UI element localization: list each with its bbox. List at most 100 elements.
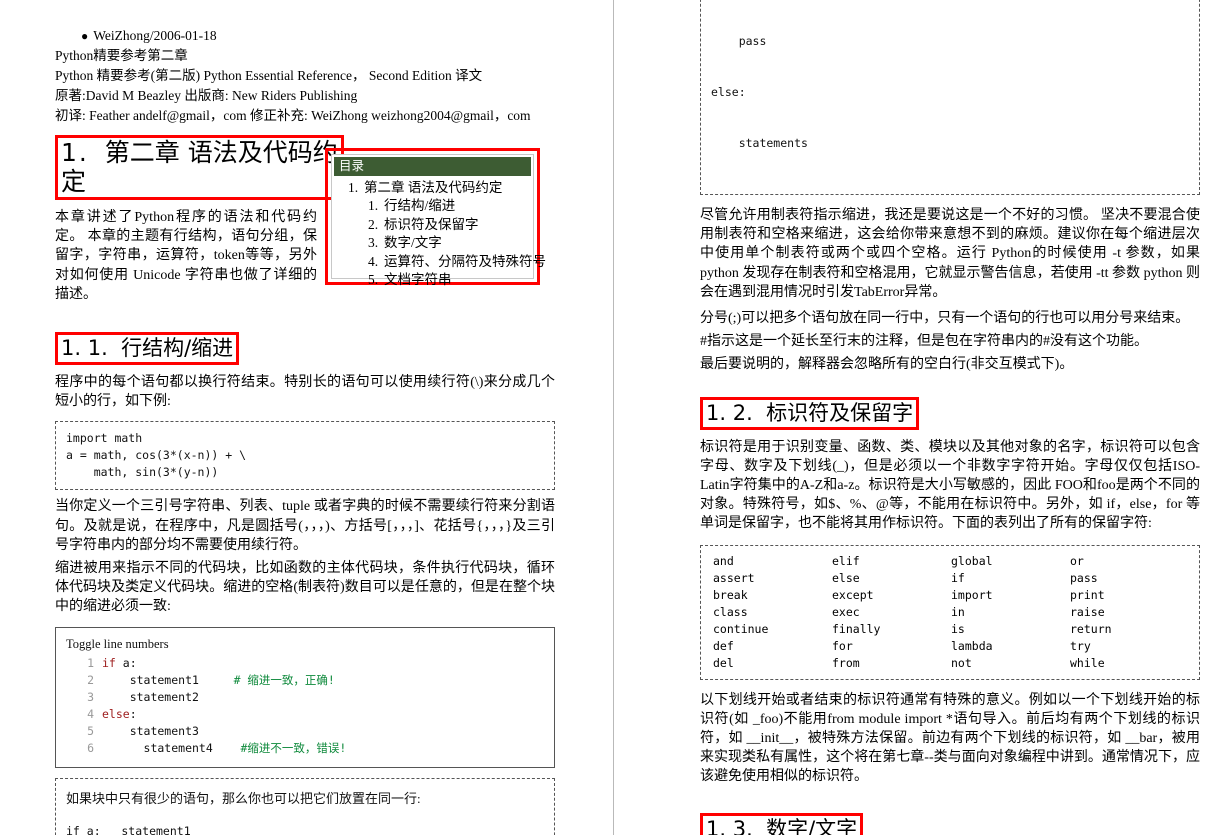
page-divider (613, 0, 614, 835)
keyword-cell: lambda (951, 638, 993, 653)
keyword-cell: elif (832, 553, 860, 568)
section-12-number: 1. 2. (706, 400, 753, 425)
code-block-pass-else: pass else: statements (700, 0, 1200, 195)
code-text: statement4 (102, 740, 241, 755)
table-row: class exec in raise (713, 604, 1189, 621)
chapter-intro-paragraph: 本章讲述了Python程序的语法和代码约定。 本章的主题有行结构，语句分组，保留… (55, 210, 317, 302)
keyword-cell: for (832, 638, 853, 653)
keyword-cell: pass (1070, 570, 1098, 585)
keyword-cell: else (832, 570, 860, 585)
code-line: 1 if a: (66, 655, 546, 672)
keyword-cell: class (713, 604, 748, 619)
toc-item-1[interactable]: 1. 行结构/缩进 (368, 197, 531, 216)
keyword-cell: global (951, 553, 993, 568)
meta-line-2: Python精要参考第二章 (55, 48, 188, 63)
keyword-cell: and (713, 553, 734, 568)
code-if-line: if a: statement1 (66, 823, 191, 835)
section-11-paragraph-6: #指示这是一个延长至行末的注释，但是包在字符串内的#没有这个功能。 (700, 334, 1148, 350)
keyword-cell: is (951, 621, 965, 636)
code-else-line: else: (711, 85, 746, 99)
table-row: continue finally is return (713, 621, 1189, 638)
code-comment: # 缩进一致，正确! (233, 672, 335, 687)
reserved-keywords-table: and elif global or assert else if pass b… (700, 544, 1200, 680)
toc-item-5[interactable]: 5. 文档字符串 (368, 271, 531, 290)
code-line: 6 statement4 #缩进不一致，错误! (66, 740, 546, 757)
code-pass-line: pass (711, 34, 767, 48)
section-13-heading: 1. 3. 数字/文字 (706, 816, 857, 835)
keyword-cell: try (1070, 638, 1091, 653)
section-11-title: 行结构/缩进 (121, 336, 234, 361)
keyword-cell: import (951, 587, 993, 602)
table-row: def for lambda try (713, 638, 1189, 655)
section-12-highlight-box: 1. 2. 标识符及保留字 (700, 396, 920, 430)
meta-line-3: Python 精要参考(第二版) Python Essential Refere… (55, 68, 483, 83)
code-line: 5 statement3 (66, 723, 546, 740)
toc-item-number: 4. (368, 253, 379, 269)
toc-item-number: 1. (368, 198, 379, 213)
code-line: 2 statement1 # 缩进一致，正确! (66, 672, 546, 689)
section-11-heading: 1. 1. 行结构/缩进 (61, 335, 233, 361)
toggle-line-numbers-link[interactable]: Toggle line numbers (66, 636, 546, 652)
section-11-paragraph-7: 最后要说明的，解释器会忽略所有的空白行(非交互模式下)。 (700, 357, 1074, 373)
code-text: a: (115, 655, 137, 670)
line-number: 1 (87, 655, 94, 670)
section-11-highlight-box: 1. 1. 行结构/缩进 (55, 332, 240, 366)
keyword-cell: not (951, 655, 972, 670)
keyword-cell: while (1070, 655, 1105, 670)
line-number: 5 (87, 723, 94, 738)
keyword-cell: or (1070, 553, 1084, 568)
keyword-cell: return (1070, 621, 1112, 636)
line-number: 4 (87, 706, 94, 721)
code-text: statement3 (102, 723, 199, 738)
table-row: del from not while (713, 655, 1189, 672)
toc-item-label: 数字/文字 (384, 235, 442, 250)
toc-item-number: 2. (368, 216, 379, 232)
meta-author-text: WeiZhong/2006-01-18 (93, 28, 217, 43)
section-13-heading-wrap: 1. 3. 数字/文字 (700, 812, 1200, 835)
right-page-column: pass else: statements 尽管允许用制表符指示缩进，我还是要说… (700, 0, 1200, 835)
toc-item-chapter[interactable]: 1. 第二章 语法及代码约定 (348, 178, 531, 197)
code-note-1: 如果块中只有很少的语句，那么你也可以把它们放置在同一行: (66, 790, 421, 806)
code-block-continuation: import math a = math, cos(3*(x-n)) + \ m… (55, 421, 555, 491)
code-keyword: if (102, 655, 116, 670)
chapter-number: 1. (61, 138, 89, 167)
table-row: break except import print (713, 587, 1189, 604)
code-statements-line: statements (711, 136, 808, 150)
document-page: ● WeiZhong/2006-01-18 Python精要参考第二章 Pytho… (0, 0, 1223, 835)
chapter-heading-highlight-box: 1. 第二章 语法及代码约定 (55, 135, 344, 200)
section-12-heading-wrap: 1. 2. 标识符及保留字 (700, 396, 1200, 430)
toc-item-2[interactable]: 2. 标识符及保留字 (368, 216, 531, 235)
line-number: 2 (87, 672, 94, 687)
code-text: statement1 (102, 672, 234, 687)
toc-item-label: 文档字符串 (384, 272, 452, 287)
keyword-cell: assert (713, 570, 755, 585)
toc-item-3[interactable]: 3. 数字/文字 (368, 234, 531, 253)
keyword-cell: from (832, 655, 860, 670)
code-line: 4 else: (66, 706, 546, 723)
line-number: 3 (87, 689, 94, 704)
toc-highlight-box: 目录 1. 第二章 语法及代码约定 1. 行结构/缩进 2. 标识符及保留字 3. 数字… (325, 148, 546, 287)
toc-item-4[interactable]: 4. 运算符、分隔符及特殊符号 (368, 253, 546, 272)
table-row: and elif global or (713, 553, 1189, 570)
section-11-number: 1. 1. (61, 336, 108, 361)
section-12-heading: 1. 2. 标识符及保留字 (706, 400, 913, 426)
table-row: assert else if pass (713, 570, 1189, 587)
keyword-cell: except (832, 587, 874, 602)
keyword-cell: exec (832, 604, 860, 619)
keyword-cell: if (951, 570, 965, 585)
toc-item-label: 标识符及保留字 (384, 216, 479, 232)
keyword-cell: in (951, 604, 965, 619)
table-of-contents: 目录 1. 第二章 语法及代码约定 1. 行结构/缩进 2. 标识符及保留字 3. 数字… (331, 154, 546, 287)
toc-item-label: 第二章 语法及代码约定 (364, 180, 503, 195)
page-title: 1. 第二章 语法及代码约定 (61, 138, 338, 196)
section-13-title: 数字/文字 (766, 816, 858, 835)
code-comment: #缩进不一致，错误! (240, 740, 347, 755)
keyword-cell: raise (1070, 604, 1105, 619)
keyword-cell: def (713, 638, 734, 653)
meta-line-4: 原著:David M Beazley 出版商: New Riders Publi… (55, 88, 358, 103)
toc-item-label: 行结构/缩进 (384, 198, 456, 213)
section-11-paragraph-3: 缩进被用来指示不同的代码块，比如函数的主体代码块，条件执行代码块，循环体代码块及… (55, 561, 555, 615)
keyword-cell: continue (713, 621, 769, 636)
chapter-title-text: 第二章 语法及代码约定 (61, 138, 338, 196)
section-11-paragraph-1: 程序中的每个语句都以换行符结束。特别长的语句可以使用续行符(\)来分成几个短小的… (55, 375, 555, 410)
